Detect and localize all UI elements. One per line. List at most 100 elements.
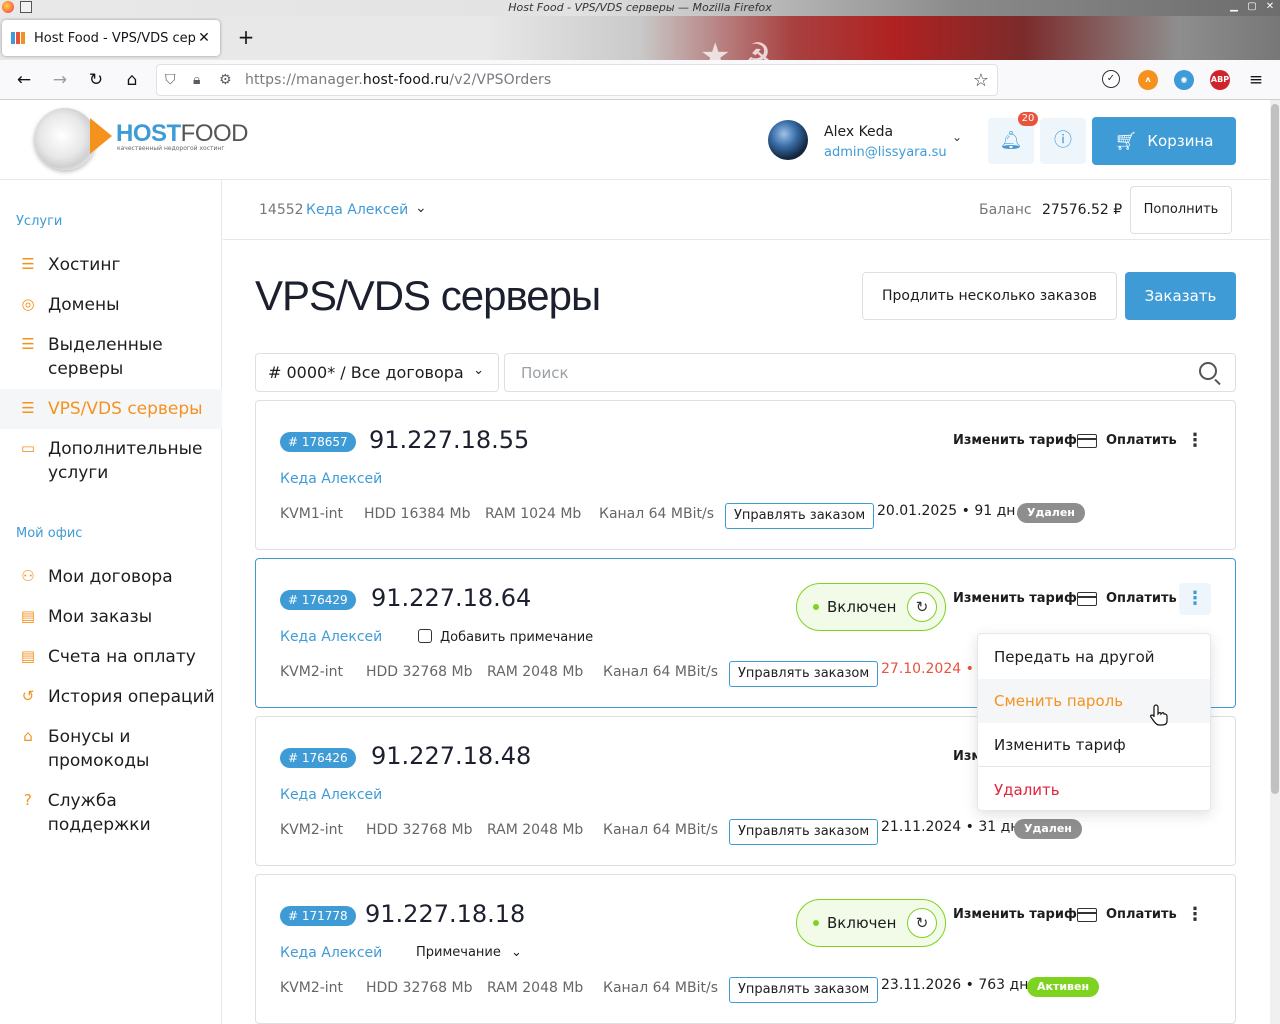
pocket-icon[interactable]: ✓ (1102, 70, 1120, 88)
permissions-icon[interactable]: ⚙ (219, 72, 232, 88)
sidebar-section-services: Услуги (16, 214, 63, 229)
minimize-icon[interactable]: ▁ (1228, 1, 1240, 13)
lock-icon[interactable]: 🔒︎ (193, 72, 200, 88)
menu-divider (978, 766, 1210, 767)
new-tab-button[interactable]: + (234, 26, 258, 50)
more-options-icon[interactable]: ⋮ (1179, 583, 1211, 615)
scrollbar-thumb[interactable] (1271, 104, 1279, 794)
account-chevron-icon[interactable]: ⌄ (415, 200, 427, 216)
contract-select[interactable]: # 0000* / Все договора ⌄ (255, 353, 499, 392)
search-icon[interactable] (1199, 362, 1217, 380)
account-name[interactable]: Кеда Алексей (306, 202, 408, 218)
sidebar-item-hosting[interactable]: ☰ Хостинг (0, 253, 222, 277)
logo[interactable]: HOSTFOOD (116, 120, 249, 148)
search-input[interactable] (505, 354, 1185, 391)
power-status-label: Включен (827, 598, 897, 616)
sidebar-item-contracts[interactable]: ⚇ Мои договора (0, 565, 222, 589)
hamburger-menu-icon[interactable]: ≡ (1244, 68, 1268, 92)
logo-arrow-icon (90, 118, 112, 154)
sidebar-item-history[interactable]: ↺ История операций (0, 685, 222, 709)
order-ram: RAM 1024 Mb (485, 506, 582, 522)
restart-icon[interactable]: ↻ (907, 592, 937, 622)
order-id-badge[interactable]: # 176426 (280, 748, 356, 768)
reload-icon[interactable]: ↻ (84, 68, 108, 92)
search-box[interactable] (504, 353, 1236, 392)
sidebar-item-dedicated[interactable]: ☰ Выделенные серверы (0, 333, 222, 381)
power-status-toggle[interactable]: Включен ↻ (796, 583, 946, 631)
power-status-toggle[interactable]: Включен ↻ (796, 899, 946, 947)
tag-icon: ⌂ (23, 727, 33, 745)
bookmark-star-icon[interactable]: ☆ (973, 70, 989, 91)
maximize-icon[interactable]: ▢ (1246, 1, 1258, 13)
sidebar-item-support[interactable]: ? Служба поддержки (0, 789, 222, 835)
restart-icon[interactable]: ↻ (907, 908, 937, 938)
user-icon: ⚇ (21, 567, 35, 585)
pay-link[interactable]: Оплатить (1106, 433, 1177, 448)
sidebar-item-orders[interactable]: ▤ Мои заказы (0, 605, 222, 629)
adblock-icon[interactable]: ABP (1210, 70, 1230, 90)
logo-plate-icon[interactable] (34, 108, 96, 170)
manage-order-button[interactable]: Управлять заказом (729, 819, 879, 845)
bulk-renew-button[interactable]: Продлить несколько заказов (862, 272, 1117, 320)
order-ram: RAM 2048 Mb (487, 822, 584, 838)
extension-globe-icon[interactable]: ◉ (1174, 70, 1194, 90)
user-name[interactable]: Alex Keda (824, 124, 893, 140)
order-customer[interactable]: Кеда Алексей (280, 787, 382, 803)
order-customer[interactable]: Кеда Алексей (280, 471, 382, 487)
page-scrollbar[interactable] (1270, 100, 1280, 1024)
site-favicon (10, 30, 26, 46)
user-email[interactable]: admin@lissyara.su (824, 145, 947, 160)
browser-tab[interactable]: Host Food - VPS/VDS сервер ✕ (2, 20, 220, 56)
pay-link[interactable]: Оплатить (1106, 591, 1177, 606)
card-icon[interactable] (1077, 908, 1097, 922)
order-customer[interactable]: Кеда Алексей (280, 629, 382, 645)
order-id-badge[interactable]: # 171778 (280, 906, 356, 926)
menu-item-delete[interactable]: Удалить (978, 768, 1210, 812)
back-icon[interactable]: ← (12, 68, 36, 92)
order-id-badge[interactable]: # 178657 (280, 432, 356, 452)
help-button[interactable]: ⓘ (1040, 118, 1086, 164)
sidebar-item-vps[interactable]: ☰ VPS/VDS серверы (0, 389, 222, 429)
menu-item-transfer[interactable]: Передать на другой аккаунт (978, 635, 1210, 710)
manage-order-button[interactable]: Управлять заказом (729, 661, 879, 687)
card-icon[interactable] (1077, 434, 1097, 448)
note-toggle[interactable]: Примечание ⌄ (416, 945, 522, 960)
home-icon[interactable]: ⌂ (120, 68, 144, 92)
order-button[interactable]: Заказать (1125, 272, 1236, 320)
tab-close-icon[interactable]: ✕ (196, 30, 212, 46)
notification-badge: 20 (1018, 112, 1038, 126)
add-note-button[interactable]: Добавить примечание (418, 629, 593, 645)
sidebar-item-extra[interactable]: ▭ Дополнительные услуги (0, 437, 222, 485)
sidebar-item-bonuses[interactable]: ⌂ Бонусы и промокоды (0, 725, 222, 773)
more-options-icon[interactable]: ⋮ (1179, 899, 1211, 931)
manage-order-button[interactable]: Управлять заказом (729, 977, 879, 1003)
forward-icon[interactable]: → (48, 68, 72, 92)
cart-button[interactable]: 🛒︎ Корзина (1092, 117, 1236, 165)
order-ram: RAM 2048 Mb (487, 664, 584, 680)
sidebar-item-invoices[interactable]: ▤ Счета на оплату (0, 645, 222, 669)
topup-button[interactable]: Пополнить (1130, 186, 1232, 234)
menu-item-change-password[interactable]: Сменить пароль (978, 679, 1210, 723)
more-options-icon[interactable]: ⋮ (1179, 425, 1211, 457)
user-menu-chevron-icon[interactable]: ⌄ (952, 130, 962, 144)
pay-link[interactable]: Оплатить (1106, 907, 1177, 922)
sidebar-item-domains[interactable]: ◎ Домены (0, 293, 222, 317)
order-id-badge[interactable]: # 176429 (280, 590, 356, 610)
card-icon[interactable] (1077, 592, 1097, 606)
close-window-icon[interactable]: ✕ (1264, 1, 1276, 13)
extension-fox-icon[interactable]: ʌ (1138, 70, 1158, 90)
order-customer[interactable]: Кеда Алексей (280, 945, 382, 961)
change-plan-link[interactable]: Изменить тариф (953, 907, 1077, 922)
order-plan: KVM1-int (280, 506, 344, 522)
list-icon: ▤ (20, 607, 36, 625)
change-plan-link[interactable]: Изменить тариф (953, 433, 1077, 448)
change-plan-link[interactable]: Изменить тариф (953, 591, 1077, 606)
url-bar[interactable]: ⛉ 🔒︎ ⚙ https://manager.host-food.ru/v2/V… (156, 64, 998, 96)
shield-icon[interactable]: ⛉ (165, 72, 176, 88)
manage-order-button[interactable]: Управлять заказом (725, 503, 875, 529)
order-ip: 91.227.18.64 (371, 584, 532, 612)
menu-item-change-plan[interactable]: Изменить тариф (978, 723, 1210, 767)
server-icon: ☰ (21, 399, 35, 417)
avatar[interactable] (768, 120, 808, 160)
balance-label: Баланс (979, 202, 1032, 218)
